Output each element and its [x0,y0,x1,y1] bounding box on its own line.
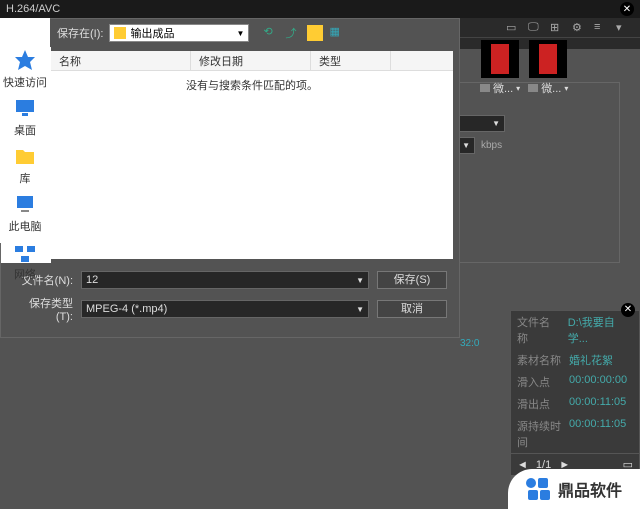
clip-thumb-2[interactable]: 微...▾ [528,40,568,96]
savetype-dropdown[interactable]: MPEG-4 (*.mp4)▼ [81,300,369,318]
save-button[interactable]: 保存(S) [377,271,447,289]
col-type[interactable]: 类型 [311,51,391,70]
timeline-marker: 32:0 [460,338,510,349]
folder-icon [114,27,126,39]
sidebar-library[interactable]: 库 [13,144,37,186]
dropdown-icon[interactable]: ▾ [616,21,630,35]
savetype-label: 保存类型(T): [13,295,73,323]
tool-icon[interactable]: ▭ [506,21,520,35]
view-icon[interactable]: ▦ [329,25,345,41]
new-folder-icon[interactable] [307,25,323,41]
camera-icon [528,84,538,92]
cancel-button[interactable]: 取消 [377,300,447,318]
clip-thumb-1[interactable]: 微...▾ [480,40,520,96]
save-in-value: 输出成品 [130,25,174,41]
back-icon[interactable]: ⟲ [263,25,279,41]
col-name[interactable]: 名称 [51,51,191,70]
sidebar-quick[interactable]: 快速访问 [3,48,47,90]
gear-icon[interactable]: ⚙ [572,21,586,35]
sidebar-desktop[interactable]: 桌面 [13,96,37,138]
sidebar-network[interactable]: 网络 [13,240,37,282]
window-title: H.264/AVC [6,3,60,15]
list-icon[interactable]: ≡ [594,21,608,35]
watermark-logo-icon [526,478,550,500]
chevron-down-icon: ▼ [237,29,245,38]
filename-input[interactable]: 12▼ [81,271,369,289]
sidebar-pc[interactable]: 此电脑 [9,192,42,234]
save-in-dropdown[interactable]: 输出成品 ▼ [109,24,249,42]
save-dialog: 保存在(I): 输出成品 ▼ ⟲ ⤴ ▦ 名称 修改日期 类型 没有与搜索条件匹… [0,18,460,338]
places-sidebar: 快速访问 桌面 库 此电脑 网络 [0,18,50,243]
col-modified[interactable]: 修改日期 [191,51,311,70]
grid-icon[interactable]: ⊞ [550,21,564,35]
camera-icon [480,84,490,92]
panel-close-icon[interactable]: ✕ [621,303,635,317]
watermark: 鼎品软件 [508,469,640,509]
empty-message: 没有与搜索条件匹配的项。 [51,71,453,99]
close-icon[interactable]: ✕ [620,2,634,16]
up-icon[interactable]: ⤴ [285,25,301,41]
file-list[interactable]: 名称 修改日期 类型 没有与搜索条件匹配的项。 [51,51,453,259]
monitor-icon[interactable]: 🖵 [528,21,542,35]
